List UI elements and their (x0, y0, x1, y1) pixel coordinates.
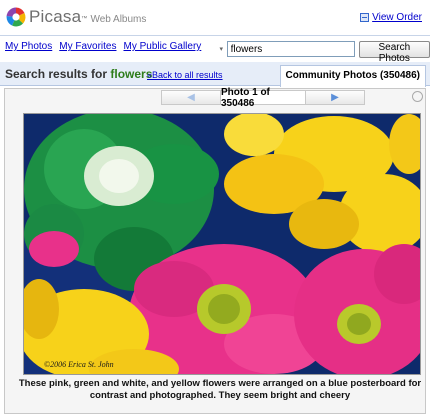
search-input[interactable] (226, 41, 355, 57)
main-photo[interactable]: ©2006 Erica St. John (23, 113, 421, 375)
zoom-icon[interactable] (412, 91, 423, 102)
order-icon (360, 13, 370, 22)
nav-my-favorites[interactable]: My Favorites (59, 41, 116, 52)
picasa-logo-icon (6, 7, 26, 27)
back-to-results-link[interactable]: «Back to all results (147, 70, 223, 80)
photo-pager: ◀ Photo 1 of 350486 ▶ (161, 87, 365, 109)
search-photos-button[interactable]: Search Photos (358, 40, 430, 64)
app-header: Picasa™ Web Albums View Order (0, 0, 430, 34)
search-dropdown-icon[interactable]: ▾ (216, 40, 227, 58)
results-title: Search results for flowers (5, 67, 153, 81)
next-photo-button[interactable]: ▶ (305, 90, 365, 105)
nav-bar: My Photos My Favorites My Public Gallery… (0, 35, 430, 64)
view-order-link[interactable]: View Order (360, 12, 422, 23)
photo-watermark: ©2006 Erica St. John (44, 360, 114, 369)
search-box: ▾ Search Photos (216, 40, 430, 64)
previous-photo-button[interactable]: ◀ (161, 90, 221, 105)
results-bar: Search results for flowers «Back to all … (0, 62, 430, 87)
photo-viewer: ◀ Photo 1 of 350486 ▶ ©2006 Erica St. Jo… (4, 87, 426, 414)
photo-counter: Photo 1 of 350486 (221, 87, 305, 109)
flower-photo-image (24, 114, 420, 374)
brand-subtitle: Web Albums (90, 14, 147, 25)
tab-community-photos[interactable]: Community Photos (350486) (279, 65, 426, 87)
brand-name: Picasa™ Web Albums (29, 7, 147, 26)
photo-caption: These pink, green and white, and yellow … (18, 378, 422, 401)
nav-my-public-gallery[interactable]: My Public Gallery (123, 41, 201, 52)
pink-petal-left (29, 231, 79, 267)
nav-links: My Photos My Favorites My Public Gallery (5, 41, 201, 52)
nav-my-photos[interactable]: My Photos (5, 41, 52, 52)
